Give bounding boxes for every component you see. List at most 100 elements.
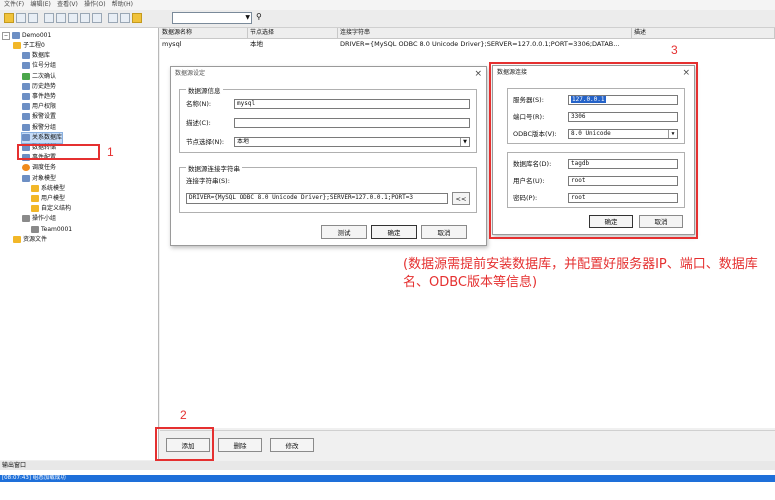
tree-item-5[interactable]: 事件趋势 <box>22 92 56 102</box>
tree-item-label: 报警设置 <box>32 113 57 121</box>
tree-item-label: Team0001 <box>41 225 73 233</box>
folder-icon[interactable] <box>132 13 142 23</box>
tree-item-1[interactable]: 数据库 <box>22 51 50 61</box>
tree-item-8[interactable]: 报警分组 <box>22 123 56 133</box>
col-conn-header[interactable]: 连接字符串 <box>338 28 632 38</box>
desc-label: 描述(C): <box>186 119 211 127</box>
tree-node-icon <box>22 215 30 223</box>
find-icon[interactable]: ⚲ <box>256 12 262 21</box>
menu-operate[interactable]: 操作(O) <box>84 0 105 10</box>
tree-node-icon <box>31 225 39 233</box>
chevron-down-icon[interactable]: ▼ <box>460 138 469 146</box>
window-icon[interactable] <box>120 13 130 23</box>
desc-field[interactable] <box>234 118 470 128</box>
table-header: 数据源名称 节点选择 连接字符串 描述 <box>160 28 775 39</box>
tree-item-2[interactable]: 位号分组 <box>22 61 56 71</box>
tree-item-label: 位号分组 <box>32 62 57 70</box>
annotation-number-2: 2 <box>180 408 187 422</box>
tree-item-label: 关系数据库 <box>32 133 63 141</box>
modify-button[interactable]: 修改 <box>270 438 314 452</box>
col-name-header[interactable]: 数据源名称 <box>160 28 248 38</box>
output-line: [08:07:43] 组态加载成功 <box>0 475 775 482</box>
paste-icon[interactable] <box>68 13 78 23</box>
search-combo[interactable]: ▼ <box>172 12 252 24</box>
connection-string-field[interactable]: DRIVER={MySQL ODBC 8.0 Unicode Driver};S… <box>186 193 448 204</box>
expand-button[interactable]: << <box>452 192 470 205</box>
tree-item-label: 数据库 <box>32 52 51 60</box>
tree-root[interactable]: − Demo001 <box>2 31 51 41</box>
chevron-down-icon[interactable]: ▼ <box>245 14 250 21</box>
project-icon <box>12 32 20 39</box>
ok-button[interactable]: 确定 <box>371 225 417 239</box>
conn-label: 连接字符串(S): <box>186 177 230 185</box>
col-node-header[interactable]: 节点选择 <box>248 28 338 38</box>
tree-item-4[interactable]: 历史趋势 <box>22 82 56 92</box>
tree-item-label: 操作小组 <box>32 215 57 223</box>
tree-item-19[interactable]: 资源文件 <box>13 235 47 245</box>
tree-item-16[interactable]: 自定义结构 <box>31 204 71 214</box>
name-field[interactable]: mysql <box>234 99 470 109</box>
menu-edit[interactable]: 编辑(E) <box>30 0 50 10</box>
tree-item-12[interactable]: 调度任务 <box>22 163 56 173</box>
cell-node: 本地 <box>250 40 263 48</box>
tree-root-label: Demo001 <box>22 32 52 39</box>
menu-view[interactable]: 查看(V) <box>57 0 78 10</box>
datasource-dialog: 数据源设定 × 数据源信息 名称(N): mysql 描述(C): 节点选择(N… <box>170 66 487 246</box>
menu-help[interactable]: 帮助(H) <box>112 0 133 10</box>
tree-item-13[interactable]: 对象模型 <box>22 174 56 184</box>
tree-node-icon <box>22 123 30 131</box>
tree-item-3[interactable]: 二次确认 <box>22 72 56 82</box>
highlight-box-3 <box>489 62 698 239</box>
tree-item-7[interactable]: 报警设置 <box>22 112 56 122</box>
tree-item-14[interactable]: 系统模型 <box>31 184 65 194</box>
collapse-icon[interactable]: − <box>2 31 10 40</box>
tree-item-label: 报警分组 <box>32 123 57 131</box>
tree-item-0[interactable]: 子工程0 <box>13 41 45 51</box>
tree-item-18[interactable]: Team0001 <box>31 225 72 235</box>
test-button[interactable]: 测试 <box>321 225 367 239</box>
cut-icon[interactable] <box>44 13 54 23</box>
col-desc-header[interactable]: 描述 <box>632 28 775 38</box>
copy-icon[interactable] <box>56 13 66 23</box>
name-label: 名称(N): <box>186 100 212 108</box>
tree-node-icon <box>22 133 30 141</box>
node-select[interactable]: 本地 ▼ <box>234 137 470 147</box>
tree-node-icon <box>22 52 30 60</box>
menu-file[interactable]: 文件(F) <box>4 0 24 10</box>
tree-item-label: 系统模型 <box>41 184 66 192</box>
toolbar: ▼ ⚲ <box>0 10 775 28</box>
tree-item-9[interactable]: 关系数据库 <box>20 131 64 144</box>
close-icon[interactable]: × <box>474 68 482 80</box>
connection-string-group: 数据源连接字符串 连接字符串(S): DRIVER={MySQL ODBC 8.… <box>179 163 477 213</box>
tree-node-icon <box>22 174 30 182</box>
tree-item-label: 用户权限 <box>32 103 57 111</box>
tree-node-icon <box>22 113 30 121</box>
undo-icon[interactable] <box>80 13 90 23</box>
cell-name: mysql <box>162 40 182 48</box>
tree-node-icon <box>31 184 39 192</box>
tree-node-icon <box>22 82 30 90</box>
save-icon[interactable] <box>16 13 26 23</box>
tree-item-6[interactable]: 用户权限 <box>22 102 56 112</box>
tree-item-label: 子工程0 <box>23 42 45 49</box>
output-title: 输出窗口 <box>0 461 775 470</box>
cancel-button[interactable]: 取消 <box>421 225 467 239</box>
highlight-box-2 <box>155 427 214 461</box>
annotation-note: (数据源需提前安装数据库，并配置好服务器IP、端口、数据库名、ODBC版本等信息… <box>403 257 758 290</box>
tree-item-label: 调度任务 <box>32 164 57 172</box>
redo-icon[interactable] <box>92 13 102 23</box>
tree-item-label: 用户模型 <box>41 195 66 202</box>
tree-node-icon <box>13 235 21 243</box>
node-label: 节点选择(N): <box>186 138 225 146</box>
tree-node-icon <box>22 103 30 111</box>
tree-node-icon <box>31 205 39 213</box>
cell-conn: DRIVER={MySQL ODBC 8.0 Unicode Driver};S… <box>340 40 620 48</box>
tree-item-17[interactable]: 操作小组 <box>22 214 56 224</box>
project-tree[interactable]: − Demo001 子工程0 数据库位号分组二次确认 历史趋势 事件趋势 用户权限报警设置… <box>0 28 159 460</box>
tree-item-15[interactable]: 用户模型 <box>31 194 65 204</box>
network-icon[interactable] <box>108 13 118 23</box>
open-folder-icon[interactable] <box>4 13 14 23</box>
delete-button[interactable]: 删除 <box>218 438 262 452</box>
tree-node-icon <box>31 195 39 202</box>
print-icon[interactable] <box>28 13 38 23</box>
